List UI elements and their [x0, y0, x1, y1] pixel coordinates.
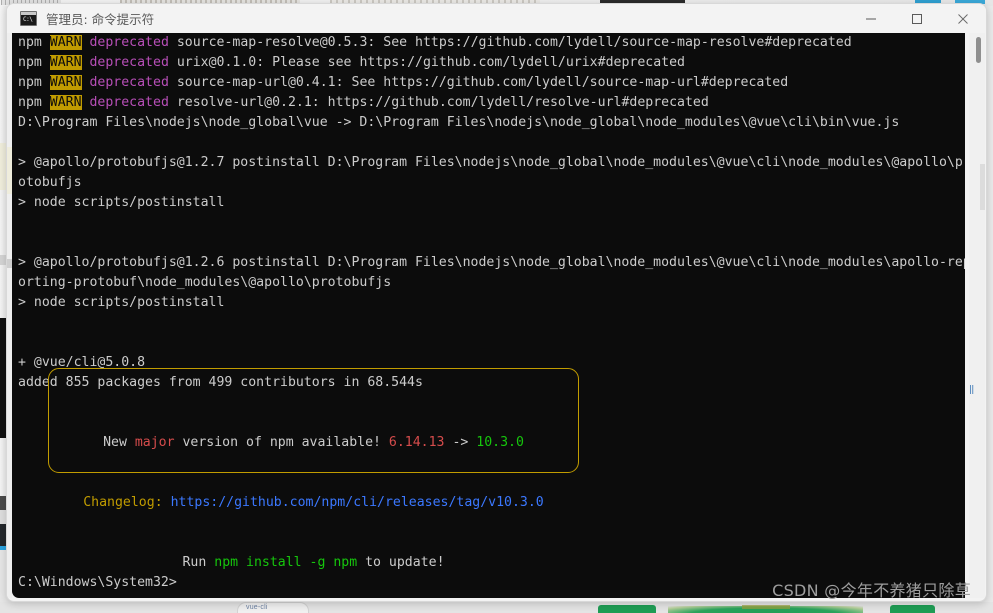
background-green-shape-a: [598, 605, 656, 613]
text-segment: deprecated: [89, 95, 169, 110]
background-olive-shape: [742, 605, 790, 609]
text-segment: urix@0.1.0: Please see https://github.co…: [168, 55, 685, 70]
text-segment: > @apollo/protobufjs@1.2.7 postinstall D…: [18, 155, 965, 170]
background-green-shape-c: [890, 605, 935, 613]
console-line: orting-protobuf\node_modules\@apollo\pro…: [18, 273, 965, 293]
console-line: npm WARN deprecated source-map-resolve@0…: [18, 33, 965, 53]
background-tab-pill: vue-cli: [237, 602, 309, 613]
window-titlebar[interactable]: C:\ 管理员: 命令提示符: [7, 4, 986, 33]
console-line: > @apollo/protobufjs@1.2.6 postinstall D…: [18, 253, 965, 273]
console-line: otobufjs: [18, 173, 965, 193]
console-output-area[interactable]: npm WARN deprecated source-map-resolve@0…: [12, 33, 965, 598]
close-button[interactable]: [940, 4, 986, 33]
text-segment: deprecated: [89, 55, 169, 70]
npm-update-line-2: Changelog: https://github.com/npm/cli/re…: [49, 493, 578, 513]
text-segment: D:\Program Files\nodejs\node_global\vue …: [18, 115, 900, 130]
text-segment: resolve-url@0.2.1: https://github.com/ly…: [168, 95, 709, 110]
text-segment: otobufjs: [18, 175, 82, 190]
console-line: npm WARN deprecated urix@0.1.0: Please s…: [18, 53, 965, 73]
maximize-button[interactable]: [894, 4, 940, 33]
maximize-icon: [912, 13, 922, 24]
csdn-watermark: CSDN @今年不养猪只除草: [772, 581, 971, 600]
text-segment: WARN: [49, 75, 82, 90]
text-segment: npm: [18, 95, 50, 110]
console-line: npm WARN deprecated resolve-url@0.2.1: h…: [18, 93, 965, 113]
text-segment: source-map-resolve@0.5.3: See https://gi…: [168, 35, 852, 50]
cmd-icon: C:\: [20, 11, 37, 26]
text-segment: > node scripts/postinstall: [18, 195, 225, 210]
close-icon: [958, 13, 968, 24]
console-line: > node scripts/postinstall: [18, 293, 965, 313]
cmd-icon-glyph: C:\: [23, 16, 33, 23]
text-segment: WARN: [49, 95, 82, 110]
text-segment: ->: [444, 435, 477, 450]
npm-update-line-3: Run npm install -g npm to update!: [49, 553, 578, 573]
console-line: npm WARN deprecated source-map-url@0.4.1…: [18, 73, 965, 93]
background-tab-label: vue-cli: [246, 604, 268, 611]
text-segment: 6.14.13: [388, 435, 445, 450]
text-segment: WARN: [49, 55, 82, 70]
console-line: D:\Program Files\nodejs\node_global\vue …: [18, 113, 965, 133]
text-segment: New: [103, 435, 135, 450]
scrollbar-overflow-glyph: ‖: [969, 385, 975, 395]
text-segment: Changelog:: [83, 495, 171, 510]
text-segment: 10.3.0: [476, 435, 524, 450]
command-prompt-window: C:\ 管理员: 命令提示符 npm WARN deprecated sourc…: [6, 3, 987, 602]
text-segment: > node scripts/postinstall: [18, 295, 225, 310]
text-segment: Run: [182, 555, 215, 570]
text-segment: npm: [18, 55, 50, 70]
npm-update-line-1: New major version of npm available! 6.14…: [49, 433, 578, 453]
text-segment: deprecated: [89, 75, 169, 90]
minimize-button[interactable]: [848, 4, 894, 33]
npm-update-notice-box: New major version of npm available! 6.14…: [48, 368, 579, 570]
console-scrollbar-track[interactable]: ‖: [969, 33, 985, 598]
window-title: 管理员: 命令提示符: [46, 12, 155, 27]
text-segment: to update!: [357, 555, 445, 570]
minimize-icon: [866, 18, 876, 19]
scrollbar-mark: [980, 164, 985, 210]
text-segment: > @apollo/protobufjs@1.2.6 postinstall D…: [18, 255, 965, 270]
console-line: > node scripts/postinstall: [18, 193, 965, 213]
text-segment: deprecated: [89, 35, 169, 50]
text-segment: major: [134, 435, 175, 450]
console-line: > @apollo/protobufjs@1.2.7 postinstall D…: [18, 153, 965, 173]
text-segment: npm: [18, 75, 50, 90]
text-segment: orting-protobuf\node_modules\@apollo\pro…: [18, 275, 392, 290]
text-segment: source-map-url@0.4.1: See https://github…: [168, 75, 789, 90]
text-segment: npm: [18, 35, 50, 50]
console-scrollbar-thumb[interactable]: [976, 37, 981, 63]
text-segment: version of npm available!: [174, 435, 389, 450]
desktop-bottom-area: vue-cli: [0, 602, 993, 613]
window-controls: [848, 4, 986, 33]
text-segment: npm install -g npm: [214, 555, 358, 570]
text-segment: WARN: [49, 35, 82, 50]
text-segment: https://github.com/npm/cli/releases/tag/…: [170, 495, 544, 510]
